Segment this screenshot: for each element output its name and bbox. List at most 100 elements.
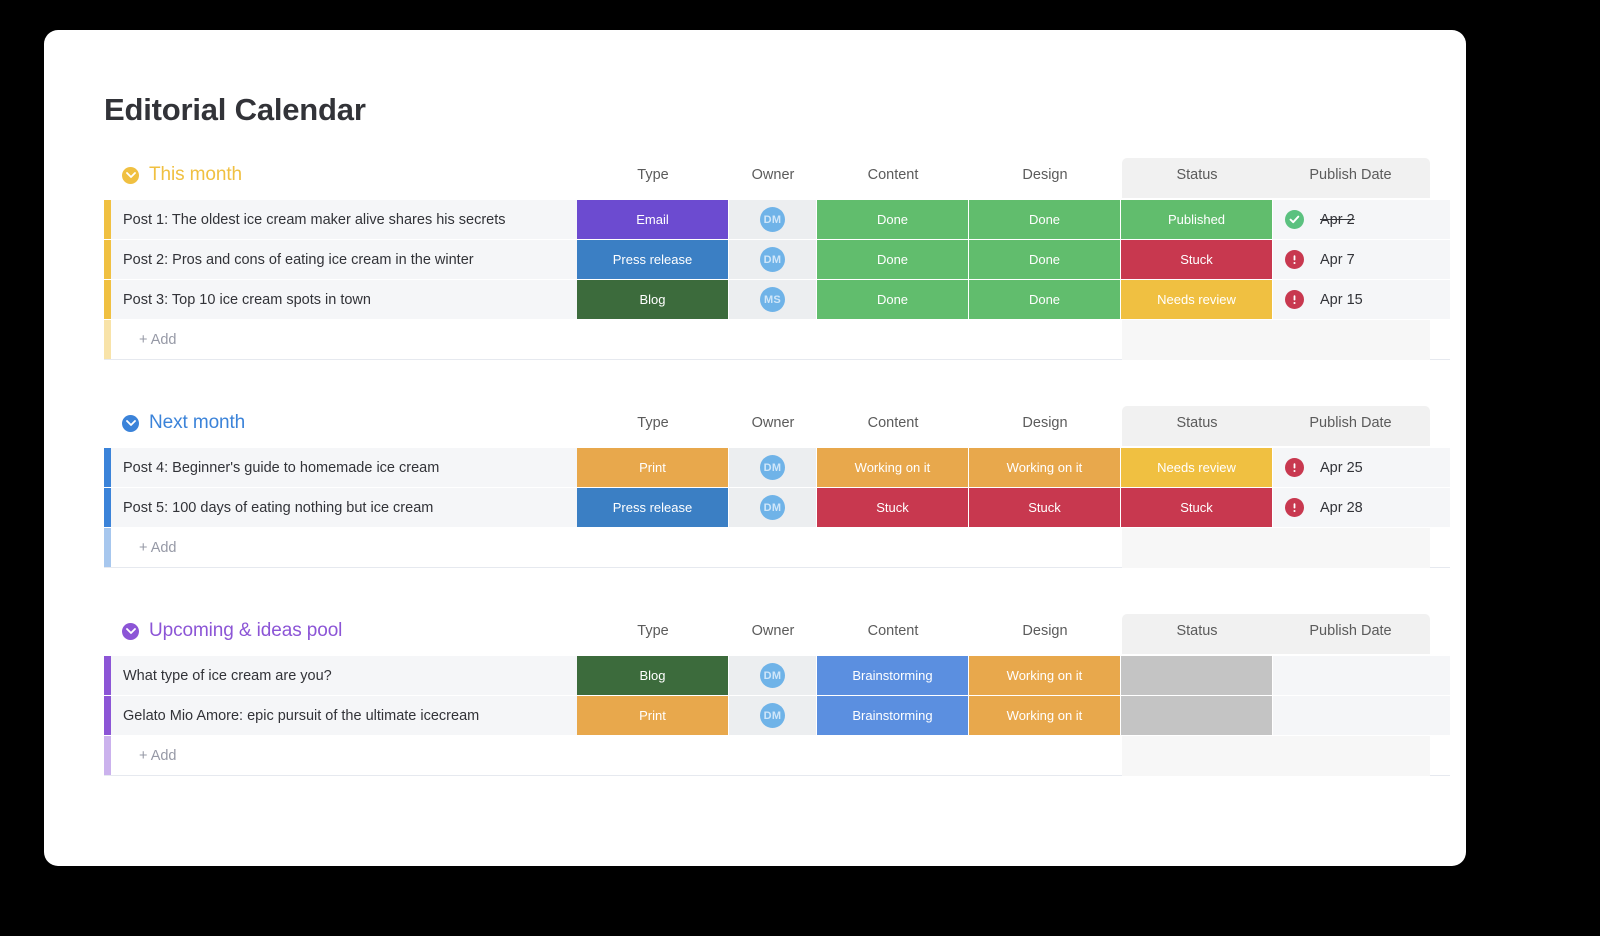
cell-status[interactable]: Stuck	[1121, 240, 1273, 279]
column-header-status[interactable]: Status	[1121, 415, 1273, 431]
cell-content[interactable]: Done	[817, 240, 969, 279]
row-title[interactable]: Post 3: Top 10 ice cream spots in town	[111, 280, 566, 319]
avatar[interactable]: DM	[760, 207, 785, 232]
table-row[interactable]: Gelato Mio Amore: epic pursuit of the ul…	[104, 696, 1450, 736]
column-header-content[interactable]: Content	[817, 415, 969, 431]
column-header-content[interactable]: Content	[817, 623, 969, 639]
row-title[interactable]: Post 2: Pros and cons of eating ice crea…	[111, 240, 566, 279]
cell-content[interactable]: Done	[817, 280, 969, 319]
column-header-status[interactable]: Status	[1121, 623, 1273, 639]
table-row[interactable]: Post 5: 100 days of eating nothing but i…	[104, 488, 1450, 528]
cell-publish-date[interactable]	[1273, 656, 1428, 695]
cell-status[interactable]: Needs review	[1121, 280, 1273, 319]
cell-status[interactable]	[1121, 656, 1273, 695]
column-header-date[interactable]: Publish Date	[1273, 415, 1428, 431]
cell-design[interactable]: Done	[969, 280, 1121, 319]
cell-type[interactable]: Blog	[577, 280, 729, 319]
row-title[interactable]: What type of ice cream are you?	[111, 656, 566, 695]
avatar[interactable]: DM	[760, 663, 785, 688]
column-header-status[interactable]: Status	[1121, 167, 1273, 183]
cell-owner[interactable]: DM	[729, 696, 817, 735]
cell-design[interactable]: Done	[969, 200, 1121, 239]
cell-content[interactable]: Stuck	[817, 488, 969, 527]
table-row[interactable]: What type of ice cream are you? Blog DM Bra…	[104, 656, 1450, 696]
cell-status[interactable]: Stuck	[1121, 488, 1273, 527]
cell-owner[interactable]: DM	[729, 240, 817, 279]
cell-status[interactable]: Needs review	[1121, 448, 1273, 487]
cell-status[interactable]	[1121, 696, 1273, 735]
group-title[interactable]: This month	[149, 164, 242, 186]
column-header-date[interactable]: Publish Date	[1273, 623, 1428, 639]
column-header-content[interactable]: Content	[817, 167, 969, 183]
avatar[interactable]: DM	[760, 247, 785, 272]
cell-publish-date[interactable]: Apr 2	[1273, 200, 1428, 239]
avatar[interactable]: DM	[760, 495, 785, 520]
cell-owner[interactable]: DM	[729, 200, 817, 239]
column-header-type[interactable]: Type	[577, 415, 729, 431]
cell-design[interactable]: Working on it	[969, 696, 1121, 735]
column-header-design[interactable]: Design	[969, 415, 1121, 431]
add-row-label[interactable]: + Add	[111, 540, 177, 556]
cell-type[interactable]: Press release	[577, 240, 729, 279]
avatar[interactable]: MS	[760, 287, 785, 312]
cell-owner[interactable]: DM	[729, 448, 817, 487]
group-title-cell: Next month	[122, 412, 577, 434]
add-row-label[interactable]: + Add	[111, 332, 177, 348]
cell-publish-date[interactable]: Apr 15	[1273, 280, 1428, 319]
add-row-label[interactable]: + Add	[111, 748, 177, 764]
cell-owner[interactable]: MS	[729, 280, 817, 319]
table-row[interactable]: Post 4: Beginner's guide to homemade ice…	[104, 448, 1450, 488]
cell-publish-date[interactable]	[1273, 696, 1428, 735]
cell-content[interactable]: Working on it	[817, 448, 969, 487]
cell-type[interactable]: Print	[577, 696, 729, 735]
chevron-down-icon[interactable]	[122, 166, 139, 184]
column-header-owner[interactable]: Owner	[729, 167, 817, 183]
column-header-type[interactable]: Type	[577, 623, 729, 639]
row-color-bar	[104, 656, 111, 695]
column-header-design[interactable]: Design	[969, 623, 1121, 639]
publish-date-text[interactable]: Apr 25	[1320, 460, 1363, 476]
cell-design[interactable]: Stuck	[969, 488, 1121, 527]
cell-owner[interactable]: DM	[729, 656, 817, 695]
table-row[interactable]: Post 3: Top 10 ice cream spots in town Bl…	[104, 280, 1450, 320]
add-row-button[interactable]: + Add	[104, 528, 1450, 568]
cell-type[interactable]: Press release	[577, 488, 729, 527]
row-title[interactable]: Post 1: The oldest ice cream maker alive…	[111, 200, 566, 239]
column-header-date[interactable]: Publish Date	[1273, 167, 1428, 183]
row-title[interactable]: Post 4: Beginner's guide to homemade ice…	[111, 448, 566, 487]
cell-content[interactable]: Brainstorming	[817, 696, 969, 735]
publish-date-text[interactable]: Apr 15	[1320, 292, 1363, 308]
column-header-owner[interactable]: Owner	[729, 623, 817, 639]
add-row-button[interactable]: + Add	[104, 736, 1450, 776]
table-row[interactable]: Post 1: The oldest ice cream maker alive…	[104, 200, 1450, 240]
group-title[interactable]: Next month	[149, 412, 245, 434]
column-header-design[interactable]: Design	[969, 167, 1121, 183]
avatar[interactable]: DM	[760, 455, 785, 480]
cell-type[interactable]: Email	[577, 200, 729, 239]
cell-publish-date[interactable]: Apr 7	[1273, 240, 1428, 279]
cell-owner[interactable]: DM	[729, 488, 817, 527]
group-title[interactable]: Upcoming & ideas pool	[149, 620, 342, 642]
row-title[interactable]: Gelato Mio Amore: epic pursuit of the ul…	[111, 696, 566, 735]
column-header-owner[interactable]: Owner	[729, 415, 817, 431]
row-title[interactable]: Post 5: 100 days of eating nothing but i…	[111, 488, 566, 527]
cell-design[interactable]: Done	[969, 240, 1121, 279]
cell-publish-date[interactable]: Apr 28	[1273, 488, 1428, 527]
column-header-type[interactable]: Type	[577, 167, 729, 183]
cell-design[interactable]: Working on it	[969, 448, 1121, 487]
cell-type[interactable]: Print	[577, 448, 729, 487]
publish-date-text[interactable]: Apr 7	[1320, 252, 1355, 268]
chevron-down-icon[interactable]	[122, 622, 139, 640]
add-row-button[interactable]: + Add	[104, 320, 1450, 360]
cell-content[interactable]: Done	[817, 200, 969, 239]
avatar[interactable]: DM	[760, 703, 785, 728]
table-row[interactable]: Post 2: Pros and cons of eating ice crea…	[104, 240, 1450, 280]
cell-content[interactable]: Brainstorming	[817, 656, 969, 695]
publish-date-text[interactable]: Apr 2	[1320, 212, 1355, 228]
cell-type[interactable]: Blog	[577, 656, 729, 695]
cell-publish-date[interactable]: Apr 25	[1273, 448, 1428, 487]
chevron-down-icon[interactable]	[122, 414, 139, 432]
cell-design[interactable]: Working on it	[969, 656, 1121, 695]
publish-date-text[interactable]: Apr 28	[1320, 500, 1363, 516]
cell-status[interactable]: Published	[1121, 200, 1273, 239]
